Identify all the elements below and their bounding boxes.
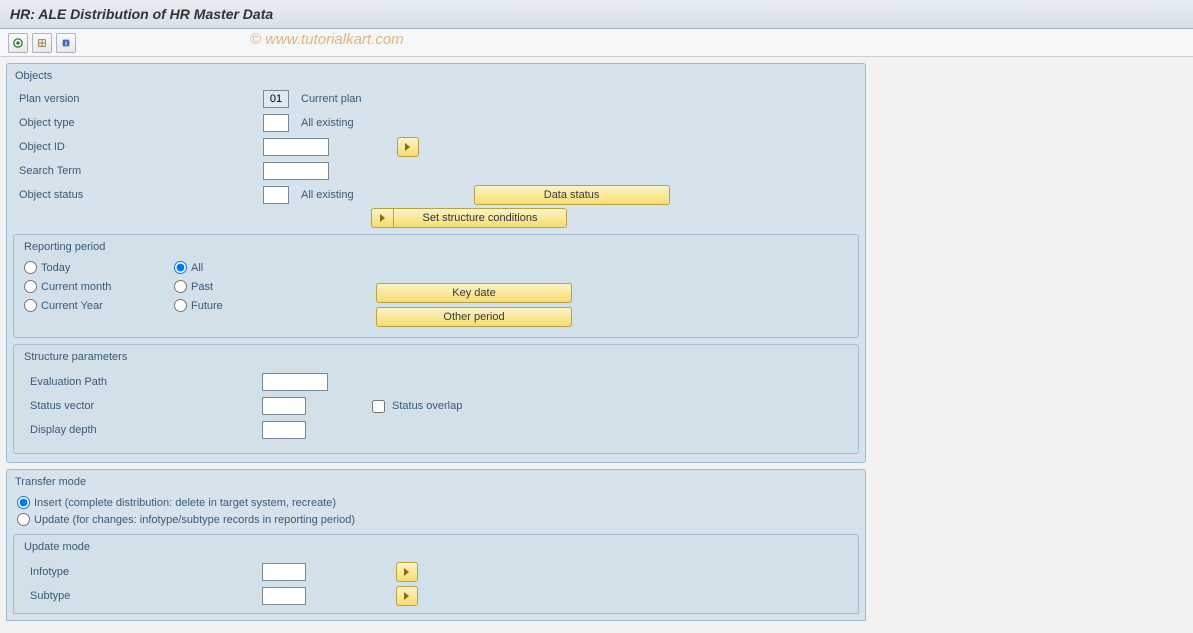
update-mode-title: Update mode <box>24 539 848 561</box>
status-vector-input[interactable] <box>262 397 306 415</box>
radio-past-label: Past <box>191 281 213 293</box>
object-status-input[interactable] <box>263 186 289 204</box>
status-overlap-label: Status overlap <box>392 400 462 412</box>
structure-params-group: Structure parameters Evaluation Path Sta… <box>13 344 859 454</box>
subtype-multiselect-button[interactable] <box>396 586 418 606</box>
subtype-input[interactable] <box>262 587 306 605</box>
radio-today-label: Today <box>41 262 70 274</box>
transfer-mode-group: Transfer mode Insert (complete distribut… <box>6 469 866 621</box>
object-type-desc: All existing <box>301 117 354 129</box>
radio-future[interactable]: Future <box>174 299 324 312</box>
radio-current-year-label: Current Year <box>41 300 103 312</box>
radio-current-month[interactable]: Current month <box>24 280 174 293</box>
key-date-button[interactable]: Key date <box>376 283 572 303</box>
radio-update-label: Update (for changes: infotype/subtype re… <box>34 514 355 526</box>
toolbar: i © www.tutorialkart.com <box>0 29 1193 57</box>
search-term-input[interactable] <box>263 162 329 180</box>
object-type-input[interactable] <box>263 114 289 132</box>
data-status-button[interactable]: Data status <box>474 185 670 205</box>
transfer-mode-title: Transfer mode <box>13 474 859 494</box>
display-depth-label: Display depth <box>24 424 262 436</box>
status-overlap-checkbox[interactable]: Status overlap <box>368 397 462 416</box>
radio-current-month-label: Current month <box>41 281 111 293</box>
arrow-right-icon <box>402 567 412 577</box>
reporting-period-group: Reporting period Today Current month Cur… <box>13 234 859 338</box>
eval-path-label: Evaluation Path <box>24 376 262 388</box>
main-content: Objects Plan version Current plan Object… <box>0 57 872 633</box>
plan-version-input[interactable] <box>263 90 289 108</box>
radio-current-year[interactable]: Current Year <box>24 299 174 312</box>
radio-all-label: All <box>191 262 203 274</box>
page-title: HR: ALE Distribution of HR Master Data <box>0 0 1193 29</box>
search-term-label: Search Term <box>13 165 263 177</box>
update-mode-group: Update mode Infotype Subtype <box>13 534 859 614</box>
arrow-right-icon <box>403 142 413 152</box>
info-button[interactable]: i <box>56 33 76 53</box>
arrow-right-icon <box>402 591 412 601</box>
other-period-button[interactable]: Other period <box>376 307 572 327</box>
object-type-label: Object type <box>13 117 263 129</box>
radio-insert[interactable]: Insert (complete distribution: delete in… <box>13 494 859 511</box>
execute-button[interactable] <box>8 33 28 53</box>
object-id-input[interactable] <box>263 138 329 156</box>
radio-today[interactable]: Today <box>24 261 174 274</box>
svg-text:i: i <box>65 40 67 47</box>
radio-past[interactable]: Past <box>174 280 324 293</box>
watermark: © www.tutorialkart.com <box>250 31 404 48</box>
plan-version-label: Plan version <box>13 93 263 105</box>
display-depth-input[interactable] <box>262 421 306 439</box>
reporting-period-title: Reporting period <box>24 239 848 261</box>
objects-group: Objects Plan version Current plan Object… <box>6 63 866 463</box>
object-status-label: Object status <box>13 189 263 201</box>
object-id-label: Object ID <box>13 141 263 153</box>
eval-path-input[interactable] <box>262 373 328 391</box>
radio-insert-label: Insert (complete distribution: delete in… <box>34 497 336 509</box>
plan-version-desc: Current plan <box>301 93 362 105</box>
infotype-label: Infotype <box>24 566 262 578</box>
structure-conditions-arrow-icon[interactable] <box>371 208 393 228</box>
variant-button[interactable] <box>32 33 52 53</box>
object-status-desc: All existing <box>301 189 354 201</box>
structure-params-title: Structure parameters <box>24 349 848 371</box>
subtype-label: Subtype <box>24 590 262 602</box>
object-id-multiselect-button[interactable] <box>397 137 419 157</box>
objects-group-title: Objects <box>13 68 859 88</box>
status-vector-label: Status vector <box>24 400 262 412</box>
infotype-input[interactable] <box>262 563 306 581</box>
radio-all[interactable]: All <box>174 261 324 274</box>
radio-future-label: Future <box>191 300 223 312</box>
infotype-multiselect-button[interactable] <box>396 562 418 582</box>
radio-update[interactable]: Update (for changes: infotype/subtype re… <box>13 511 859 528</box>
structure-conditions-button[interactable]: Set structure conditions <box>393 208 567 228</box>
